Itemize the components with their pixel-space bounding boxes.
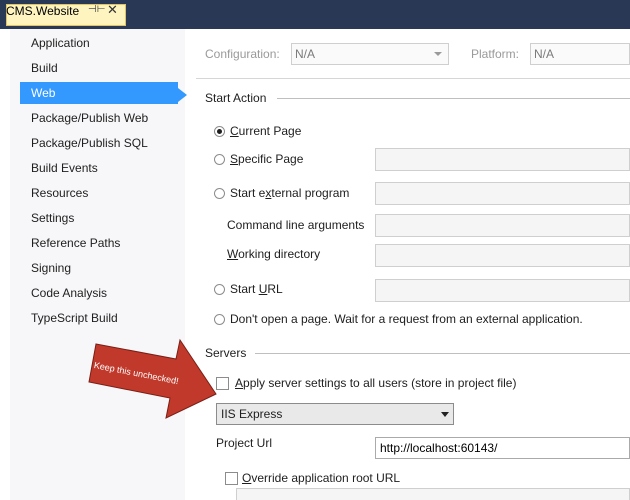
configuration-value: N/A bbox=[295, 47, 316, 61]
project-url-label: Project Url bbox=[216, 436, 273, 450]
sidebar-item-resources[interactable]: Resources bbox=[20, 182, 185, 204]
start-external-program-label[interactable]: Start external program bbox=[230, 186, 349, 200]
sidebar-item-settings[interactable]: Settings bbox=[20, 207, 185, 229]
specific-page-label[interactable]: Specific Page bbox=[230, 152, 303, 166]
group-line bbox=[255, 353, 630, 354]
selection-pointer bbox=[178, 88, 187, 102]
server-combo[interactable]: IIS Express bbox=[216, 403, 454, 425]
current-page-label[interactable]: Current Page bbox=[230, 124, 301, 138]
pin-icon[interactable]: ⊣⊢ bbox=[88, 4, 105, 15]
configuration-combo[interactable]: N/A bbox=[291, 43, 449, 65]
sidebar-item-package-publish-sql[interactable]: Package/Publish SQL bbox=[20, 132, 185, 154]
sidebar-item-signing[interactable]: Signing bbox=[20, 257, 185, 279]
sidebar-item-package-publish-web[interactable]: Package/Publish Web bbox=[20, 107, 185, 129]
chevron-down-icon bbox=[441, 412, 449, 417]
start-url-label[interactable]: Start URL bbox=[230, 282, 283, 296]
divider bbox=[196, 78, 630, 79]
sidebar-item-typescript-build[interactable]: TypeScript Build bbox=[20, 307, 185, 329]
chevron-down-icon bbox=[434, 52, 442, 56]
apply-server-settings-label[interactable]: Apply server settings to all users (stor… bbox=[235, 376, 516, 390]
sidebar-item-build[interactable]: Build bbox=[20, 57, 185, 79]
dont-open-page-radio[interactable] bbox=[214, 314, 225, 325]
override-root-url-label[interactable]: Override application root URL bbox=[242, 471, 400, 485]
dont-open-page-label[interactable]: Don't open a page. Wait for a request fr… bbox=[230, 312, 583, 326]
tab-title: CMS.Website bbox=[6, 4, 80, 18]
sidebar-item-code-analysis[interactable]: Code Analysis bbox=[20, 282, 185, 304]
working-directory-label: Working directory bbox=[227, 247, 321, 261]
override-root-url-input[interactable] bbox=[236, 488, 630, 500]
start-external-program-radio[interactable] bbox=[214, 188, 225, 199]
override-root-url-checkbox[interactable] bbox=[225, 472, 238, 485]
configuration-label: Configuration: bbox=[205, 47, 280, 61]
start-url-input[interactable] bbox=[375, 279, 630, 302]
specific-page-input[interactable] bbox=[375, 148, 630, 171]
sidebar-item-reference-paths[interactable]: Reference Paths bbox=[20, 232, 185, 254]
sidebar-item-application[interactable]: Application bbox=[20, 32, 185, 54]
command-line-arguments-label: Command line arguments bbox=[227, 218, 365, 232]
command-line-arguments-input[interactable] bbox=[375, 214, 630, 237]
project-url-input[interactable]: http://localhost:60143/ bbox=[375, 437, 630, 459]
start-url-radio[interactable] bbox=[214, 284, 225, 295]
platform-combo[interactable]: N/A bbox=[530, 43, 630, 65]
external-program-input[interactable] bbox=[375, 182, 630, 205]
close-icon[interactable]: ✕ bbox=[107, 2, 118, 18]
specific-page-radio[interactable] bbox=[214, 154, 225, 165]
sidebar-item-build-events[interactable]: Build Events bbox=[20, 157, 185, 179]
platform-label: Platform: bbox=[471, 47, 520, 61]
server-value: IIS Express bbox=[221, 407, 283, 421]
sidebar-item-web[interactable]: Web bbox=[20, 82, 178, 104]
current-page-radio[interactable] bbox=[214, 126, 225, 137]
working-directory-input[interactable] bbox=[375, 244, 630, 267]
start-action-heading: Start Action bbox=[205, 91, 267, 105]
platform-value: N/A bbox=[534, 47, 555, 61]
group-line bbox=[277, 98, 630, 99]
